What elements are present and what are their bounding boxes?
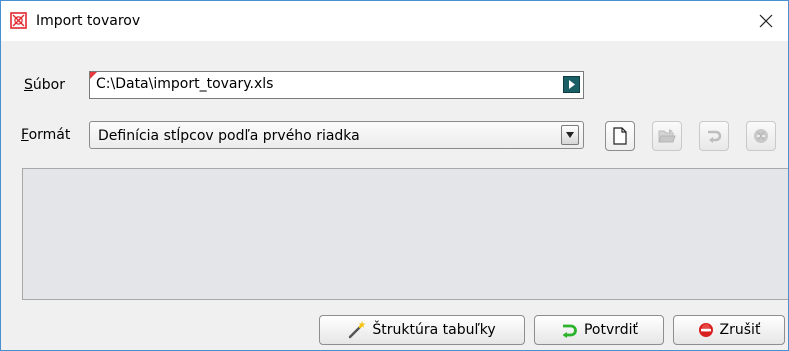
- preview-panel: [22, 168, 788, 300]
- app-icon: [10, 12, 27, 29]
- browse-file-button[interactable]: [563, 76, 580, 93]
- table-structure-label: Štruktúra tabuľky: [372, 322, 496, 338]
- close-button[interactable]: [744, 1, 788, 41]
- undo-format-button[interactable]: [699, 121, 729, 151]
- chevron-down-icon: [566, 132, 574, 138]
- cancel-label: Zrušiť: [719, 322, 761, 338]
- file-label: Súbor: [24, 77, 65, 93]
- table-structure-button[interactable]: Štruktúra tabuľky: [319, 315, 525, 345]
- confirm-button[interactable]: Potvrdiť: [534, 315, 664, 345]
- window-title: Import tovarov: [36, 13, 141, 29]
- format-selected-value: Definícia stĺpcov podľa prvého riadka: [98, 128, 360, 144]
- new-format-button[interactable]: [605, 121, 635, 151]
- format-label: Formát: [21, 127, 71, 143]
- format-select[interactable]: Definícia stĺpcov podľa prvého riadka: [89, 121, 584, 149]
- close-icon: [759, 14, 773, 28]
- confirm-icon: [562, 324, 577, 338]
- format-dropdown-button[interactable]: [561, 125, 579, 145]
- import-dialog: Import tovarov Súbor Formát Definícia st…: [0, 0, 789, 351]
- dialog-content: Súbor Formát Definícia stĺpcov podľa prv…: [1, 41, 788, 350]
- cancel-icon: [698, 323, 713, 337]
- new-document-icon: [613, 127, 627, 145]
- delete-icon: [754, 129, 768, 143]
- confirm-label: Potvrdiť: [583, 322, 639, 338]
- file-path-field[interactable]: [89, 71, 584, 99]
- title-bar: Import tovarov: [1, 1, 788, 41]
- file-path-input[interactable]: [96, 76, 556, 92]
- open-format-button[interactable]: [652, 121, 682, 151]
- play-arrow-icon: [569, 80, 575, 89]
- open-folder-icon: [658, 129, 676, 143]
- cancel-button[interactable]: Zrušiť: [673, 315, 785, 345]
- delete-format-button[interactable]: [746, 121, 776, 151]
- undo-icon: [708, 130, 722, 143]
- magic-wand-icon: [349, 321, 366, 339]
